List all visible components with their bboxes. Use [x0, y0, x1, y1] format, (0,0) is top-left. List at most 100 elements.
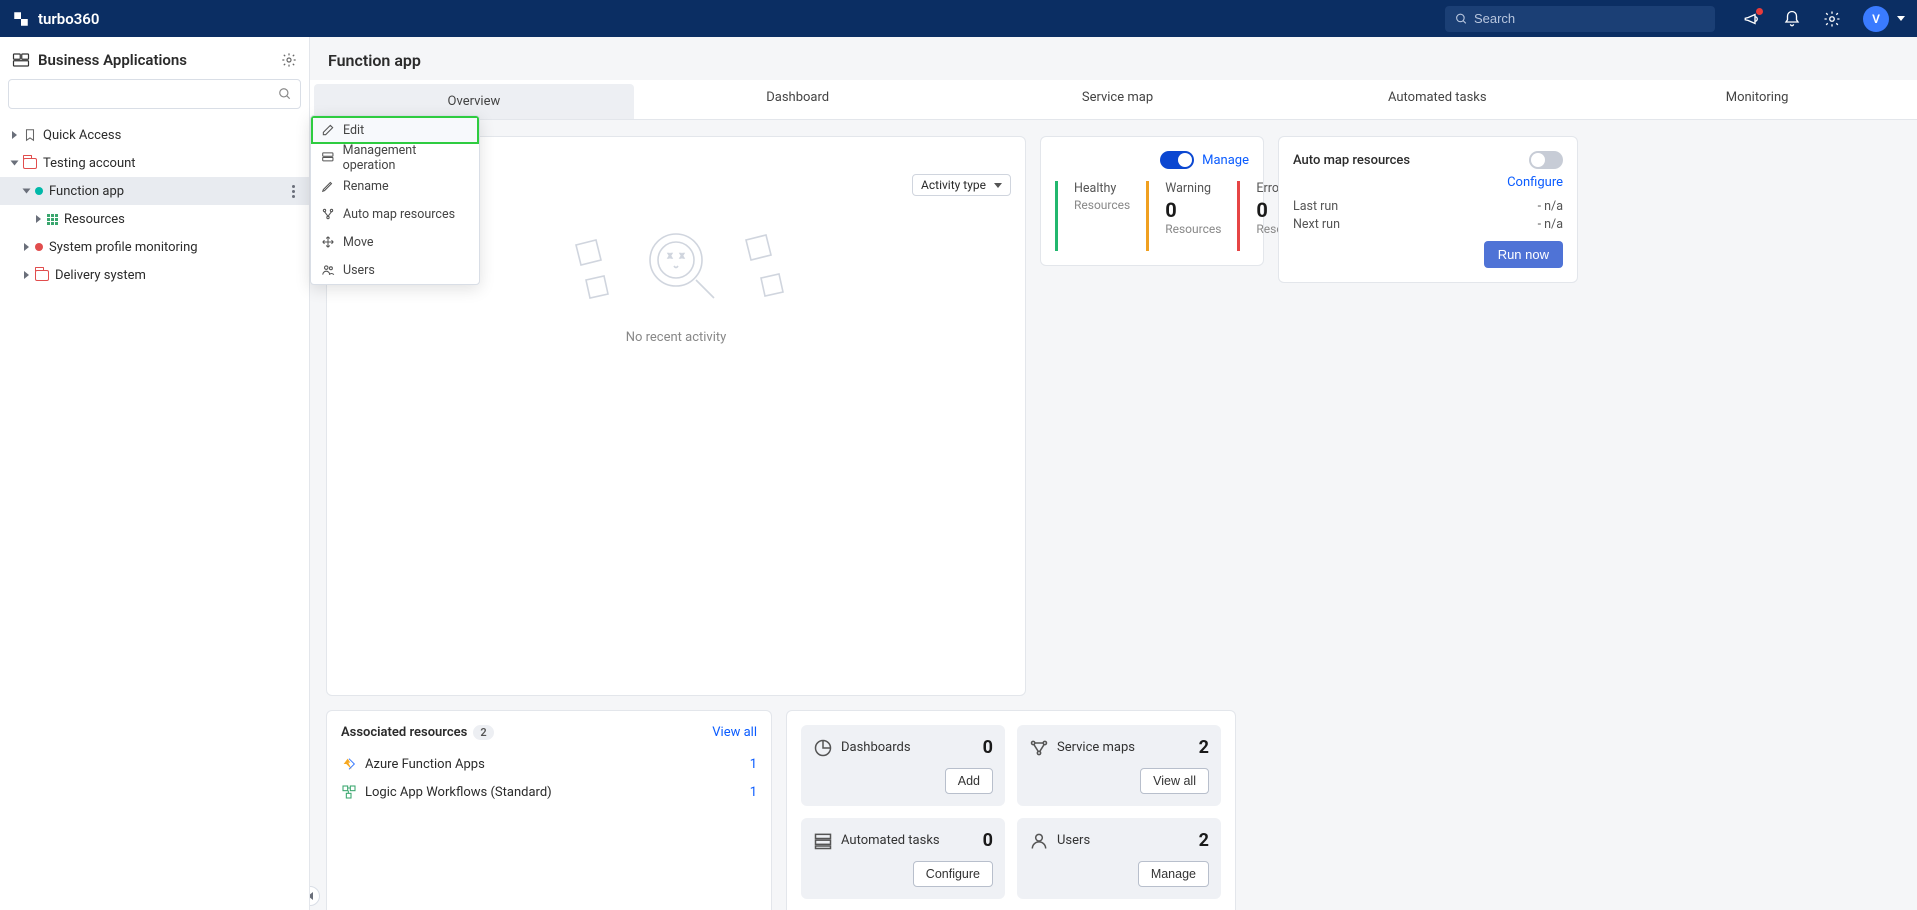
- sidebar-gear-icon[interactable]: [281, 52, 297, 68]
- activity-type-dropdown[interactable]: Activity type: [912, 174, 1011, 196]
- health-label: Healthy: [1074, 181, 1130, 196]
- announcements-icon[interactable]: [1743, 10, 1761, 28]
- chevron-down-icon: [994, 183, 1002, 188]
- tree-item-function-app[interactable]: Function app: [0, 177, 309, 205]
- run-now-button[interactable]: Run now: [1484, 241, 1563, 268]
- tile-automated-tasks: Automated tasks 0 Configure: [801, 818, 1005, 899]
- bell-icon[interactable]: [1783, 10, 1801, 28]
- chevron-right-icon: [36, 215, 41, 223]
- chevron-left-icon: [310, 892, 313, 900]
- health-label: Warning: [1165, 181, 1221, 196]
- ctx-users[interactable]: Users: [311, 256, 479, 284]
- graph-icon: [1029, 738, 1049, 758]
- app-header: turbo360 V: [0, 0, 1917, 37]
- last-run-value: - n/a: [1538, 199, 1563, 214]
- logic-app-icon: [341, 784, 357, 800]
- kebab-icon[interactable]: [285, 185, 301, 198]
- tabs: Overview Dashboard Service map Automated…: [310, 80, 1917, 120]
- tile-dashboards-button[interactable]: Add: [945, 768, 993, 794]
- tree-item-testing-account[interactable]: Testing account: [0, 149, 309, 177]
- ctx-move[interactable]: Move: [311, 228, 479, 256]
- ctx-edit[interactable]: Edit: [311, 116, 479, 144]
- tile-service-maps-button[interactable]: View all: [1140, 768, 1209, 794]
- tile-users-button[interactable]: Manage: [1138, 861, 1209, 887]
- status-dot-icon: [35, 187, 43, 195]
- context-menu: Edit Management operation Rename Auto ma…: [310, 115, 480, 285]
- tree-label: Quick Access: [43, 128, 121, 143]
- health-warning: Warning 0 Resources: [1146, 181, 1237, 251]
- users-icon: [321, 263, 335, 277]
- ctx-label: Users: [343, 263, 375, 278]
- management-icon: [321, 151, 335, 165]
- user-menu[interactable]: V: [1863, 6, 1905, 32]
- grid-icon: [47, 214, 58, 225]
- tile-automated-button[interactable]: Configure: [913, 861, 993, 887]
- tab-monitoring[interactable]: Monitoring: [1597, 80, 1917, 119]
- manage-link[interactable]: Manage: [1202, 153, 1249, 168]
- next-run-label: Next run: [1293, 217, 1340, 232]
- bookmark-icon: [23, 128, 37, 142]
- tile-count: 2: [1199, 830, 1209, 851]
- ctx-automap[interactable]: Auto map resources: [311, 200, 479, 228]
- move-icon: [321, 235, 335, 249]
- sidebar: Business Applications Quick Access Testi…: [0, 37, 310, 910]
- svg-text:x: x: [668, 251, 672, 260]
- automap-title-text: Auto map resources: [1293, 153, 1410, 168]
- user-icon: [1029, 831, 1049, 851]
- global-search[interactable]: [1445, 6, 1715, 32]
- ctx-label: Management operation: [343, 143, 469, 173]
- tree-label: System profile monitoring: [49, 240, 198, 255]
- ctx-management[interactable]: Management operation: [311, 144, 479, 172]
- brand[interactable]: turbo360: [12, 10, 99, 28]
- manage-toggle[interactable]: [1160, 151, 1194, 169]
- assoc-count: 1: [750, 785, 757, 800]
- automap-icon: [321, 207, 335, 221]
- tile-count: 0: [983, 737, 993, 758]
- chevron-down-icon: [23, 189, 31, 194]
- tile-dashboards: Dashboards 0 Add: [801, 725, 1005, 806]
- automap-configure-link[interactable]: Configure: [1507, 175, 1563, 190]
- chevron-right-icon: [24, 271, 29, 279]
- chevron-right-icon: [24, 243, 29, 251]
- tile-service-maps: Service maps 2 View all: [1017, 725, 1221, 806]
- tree-item-delivery-system[interactable]: Delivery system: [0, 261, 309, 289]
- tile-label: Dashboards: [841, 740, 911, 755]
- tab-overview[interactable]: Overview: [314, 84, 634, 119]
- svg-text:x: x: [680, 251, 684, 260]
- automap-card: Auto map resources Configure Last run - n…: [1278, 136, 1578, 283]
- tile-count: 0: [983, 830, 993, 851]
- sidebar-title: Business Applications: [38, 51, 187, 69]
- edit-icon: [321, 123, 335, 137]
- folder-icon: [35, 270, 49, 281]
- search-icon: [278, 87, 292, 101]
- automap-toggle[interactable]: [1529, 151, 1563, 169]
- last-run-label: Last run: [1293, 199, 1338, 214]
- tab-dashboard[interactable]: Dashboard: [638, 80, 958, 119]
- empty-text: No recent activity: [626, 330, 727, 345]
- global-search-input[interactable]: [1474, 11, 1705, 26]
- sidebar-tree: Quick Access Testing account Function ap…: [0, 117, 309, 293]
- chevron-down-icon: [11, 161, 19, 166]
- tab-service-map[interactable]: Service map: [958, 80, 1278, 119]
- tree-item-resources[interactable]: Resources: [0, 205, 309, 233]
- pie-icon: [813, 738, 833, 758]
- gear-icon[interactable]: [1823, 10, 1841, 28]
- tree-item-system-profile[interactable]: System profile monitoring: [0, 233, 309, 261]
- view-all-link[interactable]: View all: [712, 725, 757, 740]
- sidebar-search[interactable]: [8, 79, 301, 109]
- health-sub: Resources: [1165, 222, 1221, 236]
- tree-label: Testing account: [43, 156, 136, 171]
- chevron-down-icon: [1897, 16, 1905, 21]
- health-sub: Resources: [1074, 198, 1130, 212]
- ctx-rename[interactable]: Rename: [311, 172, 479, 200]
- assoc-row[interactable]: Logic App Workflows (Standard) 1: [341, 778, 757, 806]
- tab-automated-tasks[interactable]: Automated tasks: [1277, 80, 1597, 119]
- tree-item-quick-access[interactable]: Quick Access: [0, 121, 309, 149]
- assoc-row[interactable]: Azure Function Apps 1: [341, 750, 757, 778]
- brand-logo-icon: [12, 10, 30, 28]
- tasks-icon: [813, 831, 833, 851]
- tile-label: Service maps: [1057, 740, 1135, 755]
- azure-function-icon: [341, 756, 357, 772]
- apps-icon: [12, 51, 30, 69]
- tile-label: Users: [1057, 833, 1090, 848]
